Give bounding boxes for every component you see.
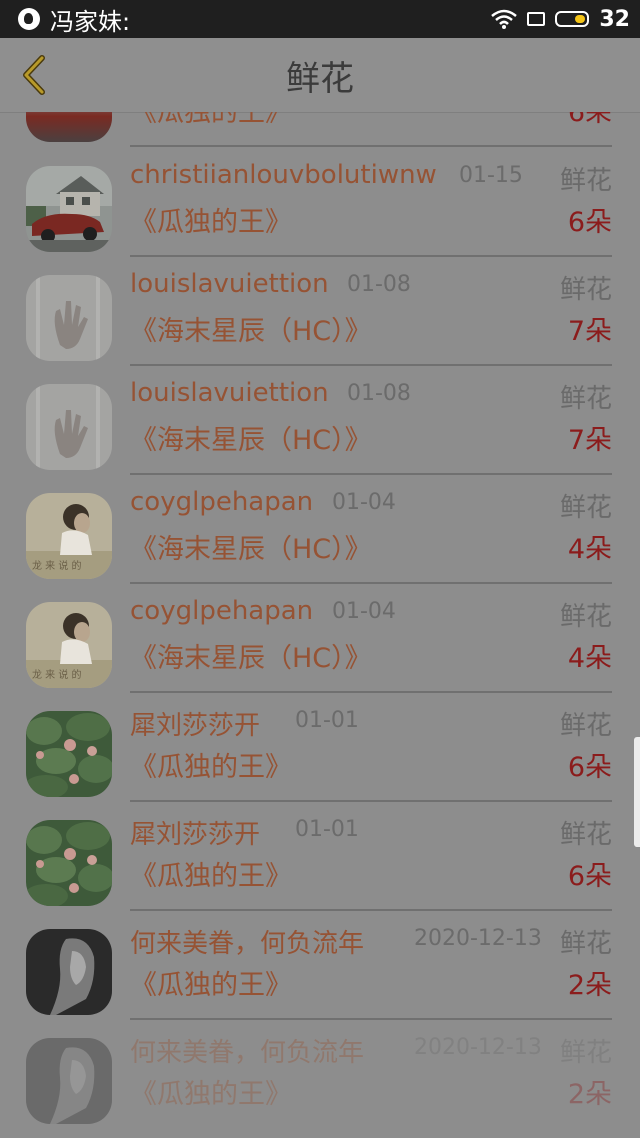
chevron-left-icon	[23, 55, 45, 95]
work-title: 《海末星辰（HC）》	[130, 643, 372, 674]
app-notification-icon	[18, 8, 40, 30]
date-label: 2020-12-13	[414, 926, 542, 951]
status-left: 冯家妹:	[18, 2, 130, 37]
wifi-icon	[491, 9, 518, 29]
avatar	[26, 820, 112, 906]
avatar	[26, 384, 112, 470]
divider	[130, 145, 612, 147]
flower-count: 4朵	[567, 534, 612, 565]
status-bar: 冯家妹: 32	[0, 0, 640, 38]
page-title: 鲜花	[286, 58, 354, 99]
flower-count: 6朵	[567, 207, 612, 238]
flower-count: 6朵	[567, 752, 612, 783]
work-title: 《瓜独的王》	[130, 1079, 292, 1110]
date-label: 01-01	[295, 817, 359, 842]
list-item[interactable]: louislavuiettion 01-08 鲜花 《海末星辰（HC）》 7朵	[0, 366, 640, 475]
sim-icon	[527, 12, 546, 26]
list-item[interactable]: 犀刘莎莎开 01-01 鲜花 《瓜独的王》 6朵	[0, 693, 640, 802]
work-title: 《瓜独的王》	[130, 970, 292, 1001]
notification-text: 冯家妹:	[50, 7, 131, 36]
list-item[interactable]: 龙 来 说 的 coyglpehapan 01-04 鲜花 《海末星辰（HC）》…	[0, 584, 640, 693]
avatar: 龙 来 说 的	[26, 602, 112, 688]
battery-level: 32	[599, 6, 630, 32]
status-right: 32	[491, 7, 630, 32]
avatar	[26, 166, 112, 252]
user-name[interactable]: coyglpehapan	[130, 596, 313, 626]
gift-type: 鲜花	[559, 166, 612, 196]
date-label: 01-08	[347, 381, 411, 406]
gift-type: 鲜花	[559, 820, 612, 850]
back-button[interactable]	[14, 50, 58, 100]
user-name[interactable]: christiianlouvbolutiwnw	[130, 160, 437, 190]
list-item[interactable]: louislavuiettion 01-08 鲜花 《海末星辰（HC）》 7朵	[0, 257, 640, 366]
gift-record-list: 《瓜独的王》 6朵 christiianlouvbolutiwnw 01-15 …	[0, 112, 640, 1138]
date-label: 2020-12-13	[414, 1035, 542, 1060]
scrollbar-thumb[interactable]	[634, 737, 640, 847]
work-title: 《海末星辰（HC）》	[130, 316, 372, 347]
user-name[interactable]: 何来美眷，何负流年	[130, 923, 364, 960]
gift-type: 鲜花	[559, 1038, 612, 1068]
list-item[interactable]: 犀刘莎莎开 01-01 鲜花 《瓜独的王》 6朵	[0, 802, 640, 911]
gift-type: 鲜花	[559, 602, 612, 632]
flower-count: 7朵	[567, 425, 612, 456]
date-label: 01-08	[347, 272, 411, 297]
flower-count: 7朵	[567, 316, 612, 347]
date-label: 01-04	[332, 599, 396, 624]
list-item[interactable]: christiianlouvbolutiwnw 01-15 鲜花 《瓜独的王》 …	[0, 148, 640, 257]
flower-count: 2朵	[567, 970, 612, 1001]
avatar	[26, 112, 112, 142]
list-item[interactable]: 何来美眷，何负流年 2020-12-13 鲜花 《瓜独的王》 2朵	[0, 911, 640, 1020]
gift-type: 鲜花	[559, 275, 612, 305]
user-name[interactable]: louislavuiettion	[130, 269, 329, 299]
work-title: 《瓜独的王》	[130, 752, 292, 783]
user-name[interactable]: louislavuiettion	[130, 378, 329, 408]
avatar	[26, 275, 112, 361]
list-item[interactable]: 《瓜独的王》 6朵	[0, 112, 640, 147]
svg-text:龙 来 说 的: 龙 来 说 的	[32, 668, 82, 681]
work-title: 《海末星辰（HC）》	[130, 425, 372, 456]
flower-count: 4朵	[567, 643, 612, 674]
gift-type: 鲜花	[559, 384, 612, 414]
user-name[interactable]: coyglpehapan	[130, 487, 313, 517]
date-label: 01-15	[459, 163, 523, 188]
app-header: 鲜花	[0, 38, 640, 113]
svg-text:龙 来 说 的: 龙 来 说 的	[32, 559, 82, 572]
flower-count: 6朵	[567, 861, 612, 892]
battery-icon	[555, 11, 590, 27]
date-label: 01-04	[332, 490, 396, 515]
gift-type: 鲜花	[559, 711, 612, 741]
work-title: 《瓜独的王》	[130, 861, 292, 892]
list-item[interactable]: 何来美眷，何负流年 2020-12-13 鲜花 《瓜独的王》 2朵	[0, 1020, 640, 1129]
user-name[interactable]: 犀刘莎莎开	[130, 814, 260, 851]
work-title: 《海末星辰（HC）》	[130, 534, 372, 565]
user-name[interactable]: 何来美眷，何负流年	[130, 1032, 364, 1069]
avatar	[26, 1038, 112, 1124]
user-name[interactable]: 犀刘莎莎开	[130, 705, 260, 742]
gift-type: 鲜花	[559, 929, 612, 959]
flower-count: 6朵	[567, 112, 612, 128]
gift-type: 鲜花	[559, 493, 612, 523]
avatar: 龙 来 说 的	[26, 493, 112, 579]
date-label: 01-01	[295, 708, 359, 733]
avatar	[26, 711, 112, 797]
work-title: 《瓜独的王》	[130, 112, 292, 128]
flower-count: 2朵	[567, 1079, 612, 1110]
list-item[interactable]: 龙 来 说 的 coyglpehapan 01-04 鲜花 《海末星辰（HC）》…	[0, 475, 640, 584]
avatar	[26, 929, 112, 1015]
work-title: 《瓜独的王》	[130, 207, 292, 238]
